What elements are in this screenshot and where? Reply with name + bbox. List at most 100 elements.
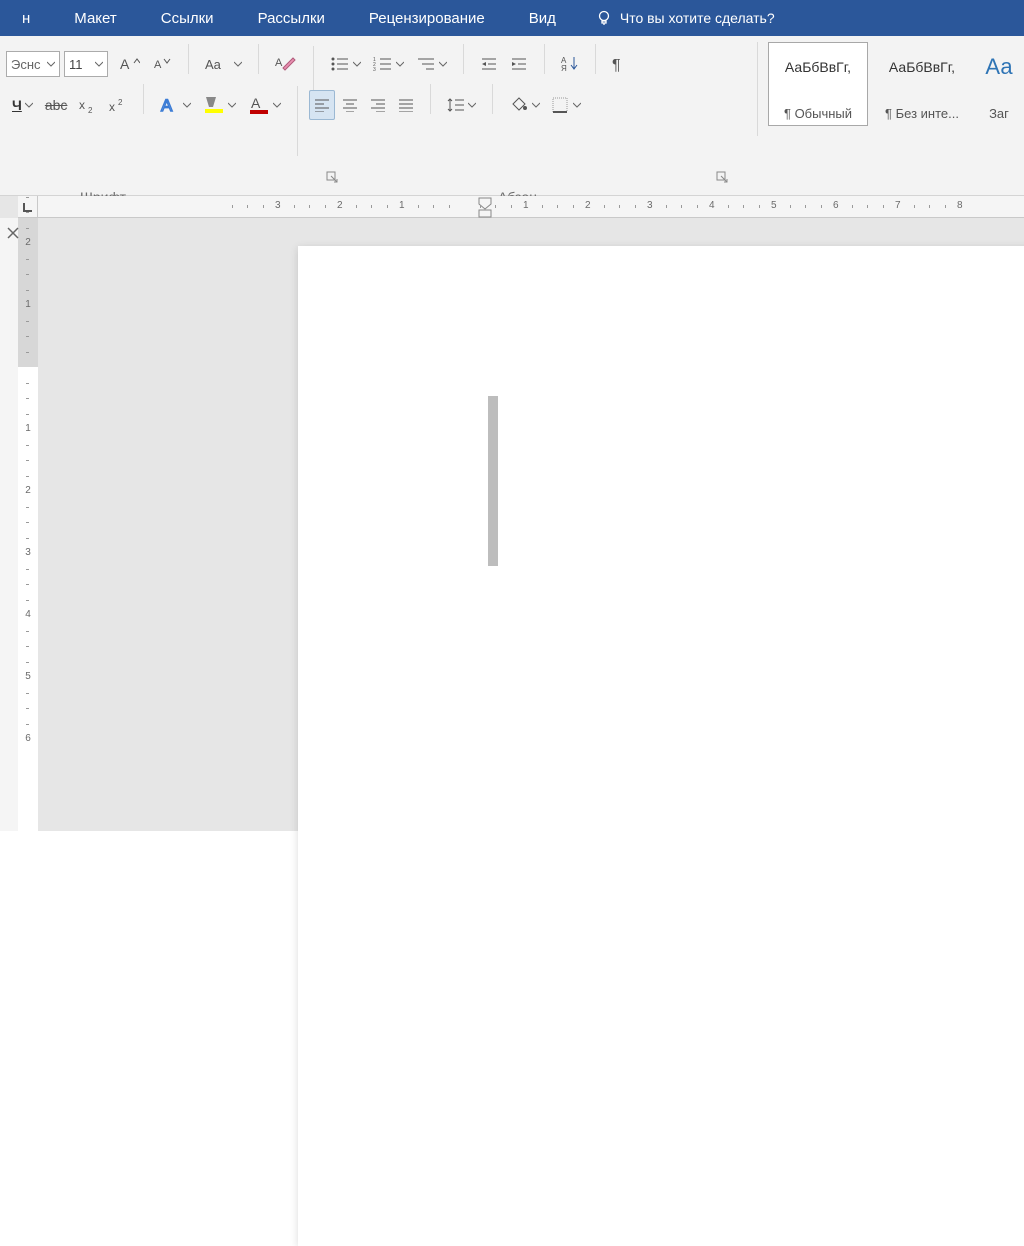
font-color-icon: A bbox=[248, 95, 270, 115]
increase-indent-button[interactable] bbox=[505, 49, 533, 79]
chevron-down-icon bbox=[468, 101, 476, 109]
document-canvas: 32112345678 21123456 bbox=[0, 196, 1024, 831]
svg-text:x: x bbox=[79, 98, 85, 112]
ribbon: Эснс 11 A A Aa A 123 bbox=[0, 36, 1024, 196]
highlight-icon bbox=[203, 95, 225, 115]
vertical-ruler[interactable]: 21123456 bbox=[18, 218, 38, 831]
style-normal[interactable]: АаБбВвГг, ¶ Обычный bbox=[768, 42, 868, 126]
font-name-combo[interactable]: Эснс bbox=[6, 51, 60, 77]
paint-bucket-icon bbox=[509, 96, 529, 114]
menu-bar: н Макет Ссылки Рассылки Рецензирование В… bbox=[0, 0, 1024, 36]
multilevel-list-button[interactable] bbox=[411, 49, 452, 79]
separator bbox=[544, 44, 545, 74]
align-left-button[interactable] bbox=[309, 90, 335, 120]
align-right-icon bbox=[370, 98, 386, 112]
chevron-down-icon bbox=[573, 101, 581, 109]
style-heading[interactable]: Аа Заг bbox=[976, 42, 1022, 126]
subscript-icon: x2 bbox=[79, 97, 97, 113]
style-name: Заг bbox=[981, 106, 1017, 125]
grow-font-button[interactable]: A bbox=[115, 49, 145, 79]
shrink-font-button[interactable]: A bbox=[147, 49, 177, 79]
chevron-down-icon bbox=[532, 101, 540, 109]
align-center-button[interactable] bbox=[337, 90, 363, 120]
align-left-icon bbox=[314, 98, 330, 112]
style-no-spacing[interactable]: АаБбВвГг, ¶ Без инте... bbox=[872, 42, 972, 126]
tab-references[interactable]: Ссылки bbox=[139, 0, 236, 36]
chevron-down-icon bbox=[234, 60, 242, 68]
ruler-tick: 2 bbox=[585, 200, 591, 211]
ruler-tick: 2 bbox=[22, 485, 34, 496]
chevron-down-icon bbox=[273, 101, 281, 109]
separator bbox=[595, 44, 596, 74]
svg-text:A: A bbox=[161, 96, 173, 115]
superscript-button[interactable]: x2 bbox=[104, 90, 132, 120]
tab-review[interactable]: Рецензирование bbox=[347, 0, 507, 36]
separator bbox=[463, 44, 464, 74]
justify-button[interactable] bbox=[393, 90, 419, 120]
svg-text:Я: Я bbox=[561, 64, 567, 73]
bullets-button[interactable] bbox=[325, 49, 366, 79]
shading-button[interactable] bbox=[504, 90, 545, 120]
decrease-indent-button[interactable] bbox=[475, 49, 503, 79]
chevron-down-icon bbox=[396, 60, 404, 68]
style-preview: АаБбВвГг, bbox=[785, 47, 851, 87]
font-size-combo[interactable]: 11 bbox=[64, 51, 108, 77]
svg-text:2: 2 bbox=[88, 106, 93, 113]
text-cursor bbox=[488, 396, 498, 566]
ruler-tick: 7 bbox=[895, 200, 901, 211]
font-color-button[interactable]: A bbox=[243, 90, 286, 120]
separator bbox=[492, 84, 493, 114]
show-marks-button[interactable]: ¶ bbox=[607, 49, 633, 79]
chevron-down-icon bbox=[47, 60, 55, 68]
horizontal-ruler[interactable]: 32112345678 bbox=[38, 196, 1024, 218]
change-case-button[interactable]: Aa bbox=[200, 49, 247, 79]
chevron-down-icon bbox=[228, 101, 236, 109]
style-preview: Аа bbox=[985, 47, 1012, 87]
svg-text:A: A bbox=[275, 57, 283, 69]
tab-design-fragment[interactable]: н bbox=[0, 0, 52, 36]
svg-text:3: 3 bbox=[373, 67, 376, 72]
font-name-value: Эснс bbox=[11, 57, 41, 72]
sort-button[interactable]: АЯ bbox=[556, 49, 584, 79]
ruler-tick: 8 bbox=[957, 200, 963, 211]
tab-mailings[interactable]: Рассылки bbox=[236, 0, 347, 36]
chevron-down-icon bbox=[95, 60, 103, 68]
subscript-button[interactable]: x2 bbox=[74, 90, 102, 120]
svg-text:Aa: Aa bbox=[205, 57, 222, 72]
ruler-corner[interactable] bbox=[18, 196, 38, 218]
font-size-value: 11 bbox=[69, 57, 83, 72]
strikethrough-button[interactable]: abc bbox=[40, 90, 73, 120]
font-dialog-launcher[interactable] bbox=[326, 171, 338, 183]
style-name: ¶ Без инте... bbox=[877, 106, 967, 125]
style-preview: АаБбВвГг, bbox=[889, 47, 955, 87]
align-right-button[interactable] bbox=[365, 90, 391, 120]
tab-view[interactable]: Вид bbox=[507, 0, 578, 36]
chevron-down-icon bbox=[439, 60, 447, 68]
tab-layout[interactable]: Макет bbox=[52, 0, 138, 36]
justify-icon bbox=[398, 98, 414, 112]
tell-me-search[interactable]: Что вы хотите сделать? bbox=[578, 10, 775, 26]
underline-button[interactable]: Ч bbox=[7, 90, 38, 120]
document-page[interactable] bbox=[298, 246, 1024, 1246]
text-effects-icon: A bbox=[160, 95, 180, 115]
separator bbox=[143, 84, 144, 114]
ruler-tick: 2 bbox=[22, 237, 34, 248]
line-spacing-button[interactable] bbox=[442, 90, 481, 120]
sort-icon: АЯ bbox=[561, 55, 579, 73]
borders-button[interactable] bbox=[547, 90, 586, 120]
multilevel-icon bbox=[416, 56, 436, 72]
styles-gallery: АаБбВвГг, ¶ Обычный АаБбВвГг, ¶ Без инте… bbox=[757, 42, 1024, 136]
clear-formatting-button[interactable]: A bbox=[270, 49, 302, 79]
svg-text:A: A bbox=[120, 56, 130, 72]
style-name: ¶ Обычный bbox=[773, 106, 863, 125]
highlight-button[interactable] bbox=[198, 90, 241, 120]
text-effects-button[interactable]: A bbox=[155, 90, 196, 120]
shrink-font-icon: A bbox=[152, 55, 172, 73]
paragraph-dialog-launcher[interactable] bbox=[716, 171, 728, 183]
outdent-icon bbox=[480, 56, 498, 72]
numbering-button[interactable]: 123 bbox=[368, 49, 409, 79]
close-pane-icon[interactable] bbox=[6, 226, 20, 240]
ruler-tick: 5 bbox=[22, 671, 34, 682]
svg-text:A: A bbox=[251, 95, 261, 111]
svg-text:¶: ¶ bbox=[612, 57, 621, 73]
